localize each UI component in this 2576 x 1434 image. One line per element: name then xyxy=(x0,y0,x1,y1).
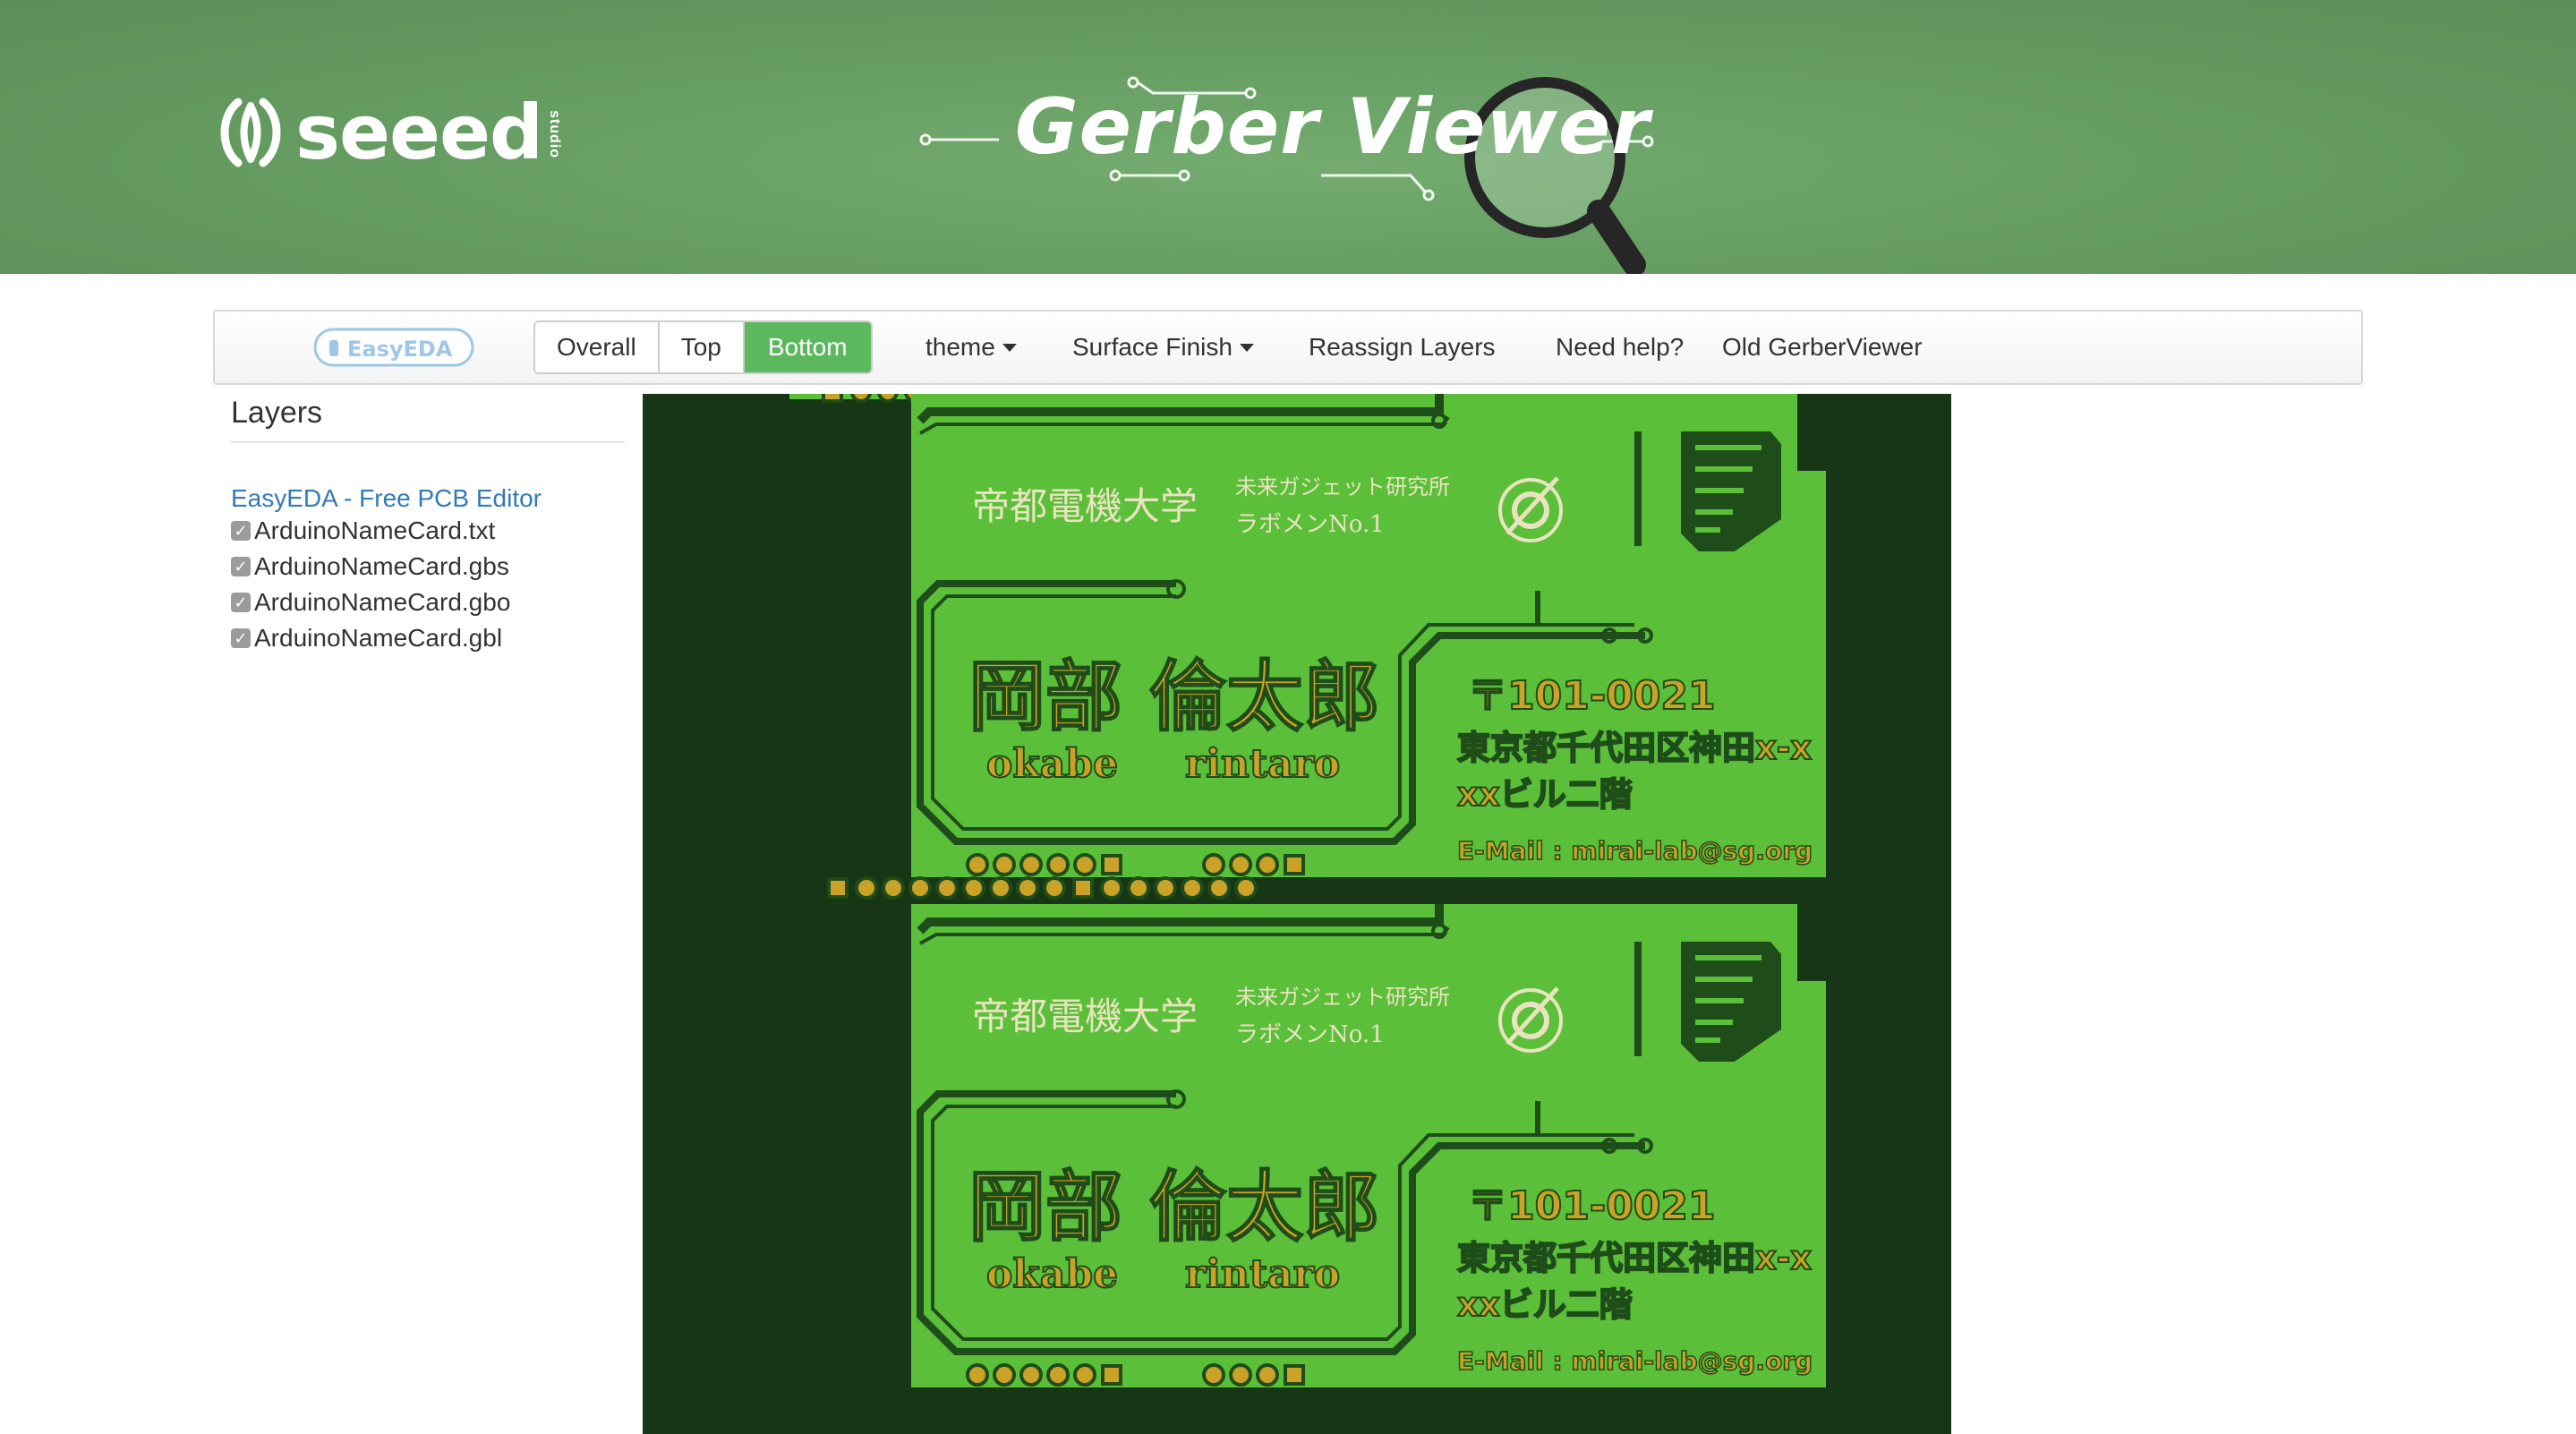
layers-heading: Layers xyxy=(231,390,625,443)
layer-name: ArduinoNameCard.txt xyxy=(254,516,496,544)
pcb-render: 帝都電機大学 未来ガジェット研究所 ラボメンNo.1 岡部 倫太郎 okabe … xyxy=(789,394,1951,1434)
lab-name-silk: 未来ガジェット研究所 xyxy=(1235,474,1450,499)
theme-dropdown[interactable]: theme xyxy=(925,312,1017,383)
seeed-mark-icon xyxy=(220,98,281,167)
university-silk: 帝都電機大学 xyxy=(972,484,1198,528)
caret-down-icon xyxy=(1002,343,1017,352)
layer-item[interactable]: ✓ ArduinoNameCard.txt xyxy=(231,513,625,549)
layer-checkbox[interactable]: ✓ xyxy=(231,521,251,541)
reassign-layers-link[interactable]: Reassign Layers xyxy=(1309,312,1496,383)
pcb-card-2-header-pads xyxy=(827,876,1258,900)
pcb-card-2: 帝都電機大学 未来ガジェット研究所 ラボメンNo.1 岡部 倫太郎 okabe … xyxy=(911,904,1826,1387)
pcb-viewer-canvas[interactable]: 帝都電機大学 未来ガジェット研究所 ラボメンNo.1 岡部 倫太郎 okabe … xyxy=(643,394,1951,1434)
layer-item[interactable]: ✓ ArduinoNameCard.gbl xyxy=(231,620,625,656)
layer-checkbox[interactable]: ✓ xyxy=(231,557,251,576)
layer-name: ArduinoNameCard.gbs xyxy=(254,552,509,580)
seeed-logo[interactable]: seeed studio xyxy=(211,90,562,175)
view-top-button[interactable]: Top xyxy=(659,322,745,372)
name-jp-silk: 岡部 倫太郎 xyxy=(968,652,1380,742)
email-silk: E-Mail : mirai-lab@sg.org xyxy=(1457,836,1813,866)
old-gerberviewer-link[interactable]: Old GerberViewer xyxy=(1722,312,1923,383)
address1-silk: 東京都千代田区神田x-x xyxy=(1457,1239,1812,1277)
layer-checkbox[interactable]: ✓ xyxy=(231,628,251,648)
email-silk: E-Mail : mirai-lab@sg.org xyxy=(1457,1346,1813,1376)
lab-number-silk: ラボメンNo.1 xyxy=(1235,511,1385,538)
address1-silk: 東京都千代田区神田x-x xyxy=(1457,729,1812,767)
lab-number-silk: ラボメンNo.1 xyxy=(1235,1021,1385,1048)
surface-finish-dropdown[interactable]: Surface Finish xyxy=(1072,312,1254,383)
postal-silk: 〒101-0021 xyxy=(1468,1183,1716,1229)
address2-silk: xxビル二階 xyxy=(1457,1285,1633,1324)
seeed-studio-label: studio xyxy=(547,110,563,158)
address2-silk: xxビル二階 xyxy=(1457,775,1633,814)
name-last-silk: rintaro xyxy=(1185,1251,1340,1297)
name-jp-silk: 岡部 倫太郎 xyxy=(968,1162,1380,1252)
page-title: Gerber Viewer xyxy=(1015,82,1651,172)
need-help-link[interactable]: Need help? xyxy=(1556,312,1684,383)
name-first-silk: okabe xyxy=(986,741,1118,787)
easyeda-editor-link[interactable]: EasyEDA - Free PCB Editor xyxy=(231,484,625,513)
header-banner: seeed studio Gerber Viewer xyxy=(0,0,2576,274)
view-bottom-button[interactable]: Bottom xyxy=(744,322,871,372)
name-last-silk: rintaro xyxy=(1185,741,1340,787)
seeed-wordmark: seeed xyxy=(295,89,543,176)
toolbar: EasyEDA Overall Top Bottom theme Surface… xyxy=(213,310,2363,385)
easyeda-logo-text: EasyEDA xyxy=(347,337,453,362)
surface-finish-label: Surface Finish xyxy=(1072,333,1233,361)
theme-label: theme xyxy=(925,333,995,361)
name-first-silk: okabe xyxy=(986,1251,1118,1297)
lab-name-silk: 未来ガジェット研究所 xyxy=(1235,985,1450,1010)
caret-down-icon xyxy=(1239,343,1254,352)
pcb-card-1: 帝都電機大学 未来ガジェット研究所 ラボメンNo.1 岡部 倫太郎 okabe … xyxy=(911,394,1826,877)
easyeda-logo[interactable]: EasyEDA xyxy=(313,324,476,371)
postal-silk: 〒101-0021 xyxy=(1468,673,1716,719)
layer-item[interactable]: ✓ ArduinoNameCard.gbs xyxy=(231,549,625,585)
layer-name: ArduinoNameCard.gbl xyxy=(254,624,503,652)
university-silk: 帝都電機大学 xyxy=(972,994,1198,1038)
layer-name: ArduinoNameCard.gbo xyxy=(254,588,511,616)
view-overall-button[interactable]: Overall xyxy=(535,322,660,372)
layer-item[interactable]: ✓ ArduinoNameCard.gbo xyxy=(231,585,625,620)
layers-panel: Layers EasyEDA - Free PCB Editor ✓ Ardui… xyxy=(231,390,625,656)
layer-checkbox[interactable]: ✓ xyxy=(231,593,251,612)
view-toggle-group: Overall Top Bottom xyxy=(533,320,873,374)
